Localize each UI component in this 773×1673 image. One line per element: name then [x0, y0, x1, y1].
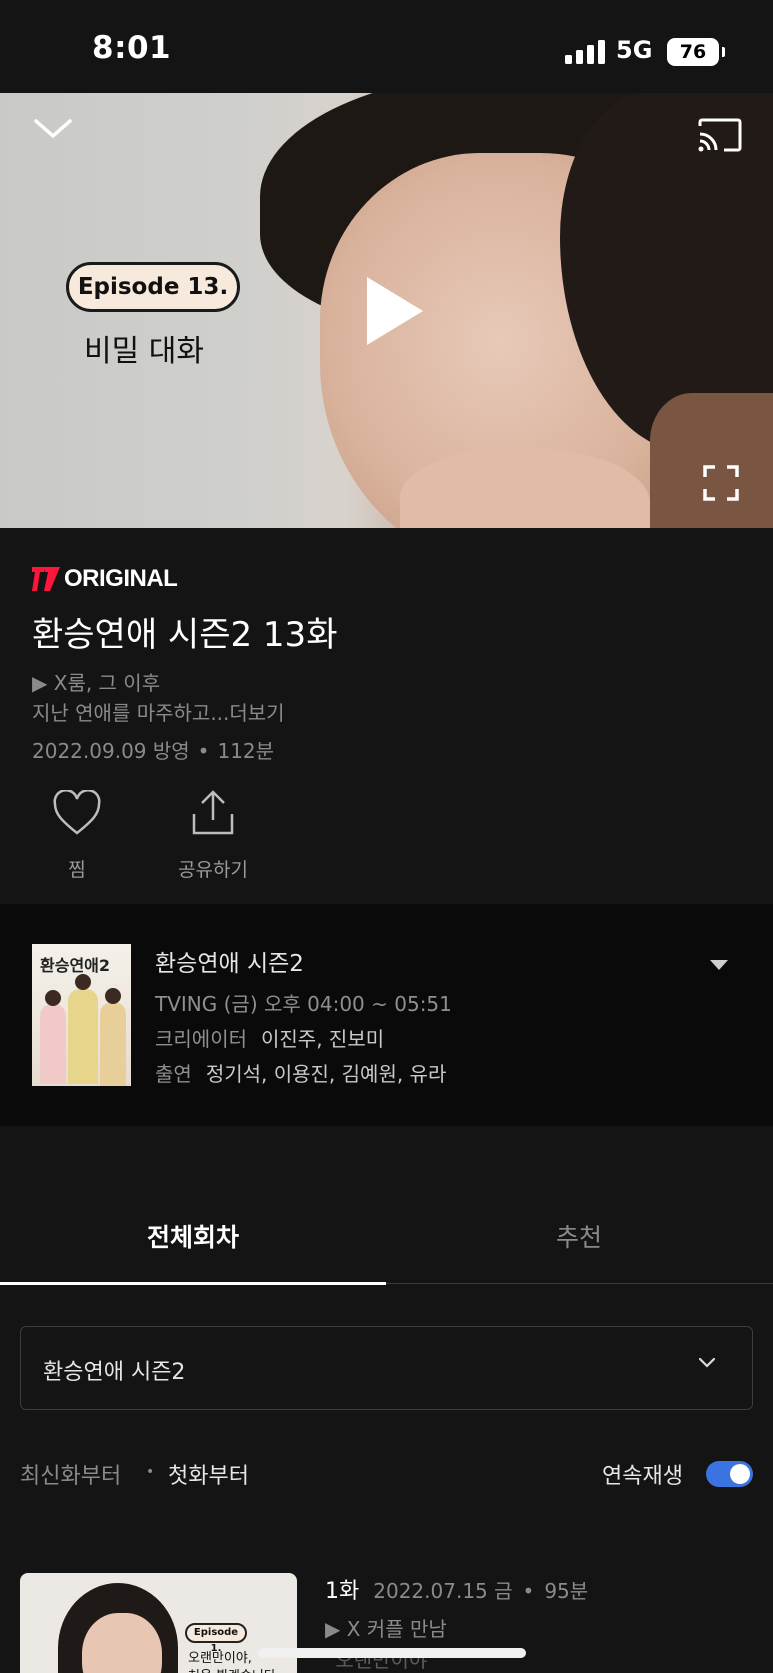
tab-all-episodes[interactable]: 전체회차 — [0, 1218, 386, 1254]
episode-badge: Episode 13. — [66, 262, 240, 312]
episode-overlay-title: 비밀 대화 — [84, 334, 204, 369]
episode-item-header[interactable]: 1화 2022.07.15 금 • 95분 — [325, 1573, 588, 1605]
tab-active-indicator — [0, 1282, 386, 1285]
share-button[interactable]: 공유하기 — [168, 790, 258, 882]
home-indicator — [258, 1648, 526, 1658]
share-icon — [192, 790, 234, 835]
fullscreen-icon[interactable] — [703, 465, 739, 501]
tab-recommended[interactable]: 추천 — [386, 1218, 772, 1254]
tving-logo-icon — [32, 567, 60, 591]
heart-icon — [53, 789, 101, 835]
play-icon[interactable] — [365, 275, 425, 347]
collapse-chevron-down-icon[interactable] — [34, 118, 72, 140]
like-label: 찜 — [68, 859, 86, 881]
program-cast: 출연 정기석, 이용진, 김예원, 유라 — [155, 1062, 447, 1086]
episode-title: 환승연애 시즌2 13화 — [32, 615, 338, 655]
thumb-caption-2: 처음 뵙겠습니다 — [188, 1665, 276, 1673]
like-button[interactable]: 찜 — [48, 789, 106, 882]
expand-caret-icon[interactable] — [710, 960, 728, 970]
episode-thumbnail[interactable]: Episode 1. 오랜만이야, 처음 뵙겠습니다 — [20, 1573, 297, 1673]
battery-icon: 76 — [667, 38, 719, 66]
episode-number: 1화 — [325, 1579, 360, 1604]
thumb-badge: Episode 1. — [185, 1623, 247, 1654]
share-label: 공유하기 — [178, 859, 248, 881]
program-schedule: TVING (금) 오후 04:00 ~ 05:51 — [155, 992, 452, 1016]
episode-duration: 95분 — [544, 1579, 589, 1603]
status-time: 8:01 — [92, 30, 172, 66]
episode-desc-more[interactable]: 지난 연애를 마주하고...더보기 — [32, 697, 285, 726]
status-bar: 8:01 5G 76 — [0, 0, 773, 93]
cellular-signal-icon — [565, 40, 605, 64]
sort-separator-dot: • — [146, 1464, 155, 1480]
program-title: 환승연애 시즌2 — [155, 951, 304, 977]
thumb-caption-1: 오랜만이야, — [188, 1651, 252, 1666]
tving-original-label: ORIGINAL — [32, 565, 178, 593]
episode-date: 2022.07.15 금 — [373, 1579, 513, 1603]
battery-tip — [722, 47, 725, 57]
program-poster[interactable]: 환승연애2 — [32, 944, 131, 1086]
episode-subtitle: ▶ X 커플 만남 — [325, 1617, 447, 1641]
season-select[interactable]: 환승연애 시즌2 — [20, 1326, 753, 1410]
program-creators: 크리에이터 이진주, 진보미 — [155, 1027, 385, 1051]
program-card[interactable]: 환승연애2 환승연애 시즌2 TVING (금) 오후 04:00 ~ 05:5… — [0, 904, 773, 1126]
network-type: 5G — [616, 36, 653, 64]
autoplay-label: 연속재생 — [602, 1464, 683, 1489]
episode-meta: 2022.09.09 방영 • 112분 — [32, 739, 275, 763]
episode-desc-line1: ▶ X룸, 그 이후 — [32, 671, 161, 695]
poster-title: 환승연애2 — [40, 956, 111, 975]
sort-newest[interactable]: 최신화부터 — [20, 1458, 121, 1490]
autoplay-toggle[interactable] — [706, 1461, 753, 1487]
duration: 112분 — [217, 739, 275, 763]
air-date: 2022.09.09 방영 — [32, 739, 190, 763]
original-text: ORIGINAL — [64, 565, 178, 592]
toggle-knob — [730, 1464, 750, 1484]
chevron-down-icon — [698, 1357, 716, 1368]
cast-icon[interactable] — [698, 118, 742, 152]
sort-first[interactable]: 첫화부터 — [168, 1458, 249, 1490]
season-select-value: 환승연애 시즌2 — [43, 1360, 186, 1385]
